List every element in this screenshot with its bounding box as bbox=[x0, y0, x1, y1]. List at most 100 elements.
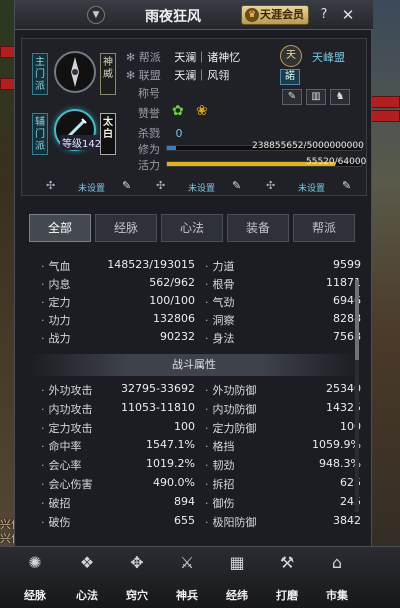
slot-label: 未设置 bbox=[78, 184, 106, 194]
kill-value: 0 bbox=[175, 127, 183, 140]
bullet-icon: · bbox=[41, 402, 45, 416]
stat-row: · 破招 894 bbox=[41, 495, 201, 513]
slot-label: 未设置 bbox=[188, 184, 216, 194]
guild-name[interactable]: 天峰盟 bbox=[312, 49, 345, 65]
stat-row: · 会心率 1019.2% bbox=[41, 457, 201, 475]
stat-value: 11053-11810 bbox=[121, 400, 195, 414]
enemy-health-bar bbox=[370, 110, 400, 122]
stat-row: · 格挡 1059.9% bbox=[205, 438, 365, 456]
gear-icon: ✻ bbox=[126, 51, 136, 64]
tab-guild[interactable]: 帮派 bbox=[293, 214, 355, 242]
stat-value: 32795-33692 bbox=[121, 382, 195, 395]
title-row: 称号 bbox=[138, 85, 160, 101]
bullet-icon: · bbox=[205, 314, 209, 327]
nav-item-0[interactable]: ✺ 经脉 bbox=[10, 553, 60, 605]
scrollbar-thumb[interactable] bbox=[355, 280, 359, 360]
vitality-value: 55520/64000 bbox=[306, 157, 367, 167]
guild-emblem-icon[interactable]: 天 bbox=[280, 45, 302, 67]
nav-item-4[interactable]: ▦ 经纬 bbox=[212, 553, 262, 605]
acupoint-icon: ✥ bbox=[130, 553, 144, 572]
close-button[interactable]: ✕ bbox=[339, 6, 357, 24]
stat-row: · 身法 7568 bbox=[205, 330, 365, 348]
gear-icon: ✻ bbox=[126, 69, 136, 82]
vitality-label: 活力 bbox=[138, 159, 160, 172]
weapon-icon: ⚔ bbox=[179, 553, 195, 572]
menu-dropdown-button[interactable]: ▼ bbox=[87, 6, 105, 24]
mount-icon[interactable]: ♞ bbox=[330, 89, 350, 105]
nav-item-2[interactable]: ✥ 窍穴 bbox=[112, 553, 162, 605]
stat-label: 根骨 bbox=[212, 278, 235, 291]
stat-value: 562/962 bbox=[149, 276, 195, 289]
stat-label: 力道 bbox=[212, 260, 235, 273]
nav-item-3[interactable]: ⚔ 神兵 bbox=[162, 553, 212, 605]
stat-row: · 内功攻击 11053-11810 bbox=[41, 401, 201, 419]
aux-sect-tag: 辅门派 bbox=[32, 113, 48, 155]
crown-icon: ♛ bbox=[245, 8, 259, 22]
edit-icon[interactable]: ✎ bbox=[122, 179, 131, 192]
tab-all[interactable]: 全部 bbox=[29, 214, 91, 242]
edit-icon[interactable]: ✎ bbox=[232, 179, 241, 192]
stat-label: 格挡 bbox=[212, 440, 235, 454]
tab-skill[interactable]: 心法 bbox=[161, 214, 223, 242]
tab-meridian[interactable]: 经脉 bbox=[95, 214, 157, 242]
faction-row: ✻ 帮派 天澜｜诸神忆 bbox=[126, 49, 240, 65]
stats-list: 战斗属性 · 气血 148523/193015 · 内息 562/962 · 定力 100/10… bbox=[29, 258, 361, 534]
nav-label: 心法 bbox=[76, 589, 98, 602]
nav-item-5[interactable]: ⚒ 打磨 bbox=[262, 553, 312, 605]
vip-label: 天涯会员 bbox=[260, 8, 304, 21]
stat-value: 100/100 bbox=[149, 294, 195, 307]
game-background-right bbox=[370, 0, 400, 608]
edit-icon[interactable]: ✎ bbox=[282, 89, 302, 105]
kill-label: 杀戮 bbox=[138, 127, 160, 140]
help-button[interactable]: ? bbox=[315, 6, 333, 24]
bullet-icon: · bbox=[41, 384, 45, 397]
stat-value: 3842 bbox=[333, 513, 361, 527]
character-panel: ▼ 雨夜狂风 ♛ 天涯会员 ? ✕ 主门派 神威 辅门派 等级142 太白 ✻ … bbox=[14, 0, 373, 608]
character-info-box: 主门派 神威 辅门派 等级142 太白 ✻ 帮派 天澜｜诸神忆 ✻ 联盟 天澜｜… bbox=[21, 38, 367, 196]
stat-label: 拆招 bbox=[212, 478, 235, 491]
nav-label: 窍穴 bbox=[126, 589, 148, 602]
stat-row: · 拆招 625 bbox=[205, 476, 365, 494]
nav-item-1[interactable]: ❖ 心法 bbox=[62, 553, 112, 605]
stat-label: 内功攻击 bbox=[48, 402, 93, 416]
bullet-icon: · bbox=[41, 278, 45, 291]
vip-badge[interactable]: ♛ 天涯会员 bbox=[241, 5, 309, 25]
tab-equipment[interactable]: 装备 bbox=[227, 214, 289, 242]
bullet-icon: · bbox=[205, 421, 209, 435]
stat-label: 功力 bbox=[48, 314, 71, 327]
barcode-icon[interactable]: ▥ bbox=[306, 89, 326, 105]
praise-badge-icon[interactable]: ❀ bbox=[196, 103, 212, 119]
map-icon: ▦ bbox=[229, 553, 245, 572]
stat-label: 外功攻击 bbox=[48, 384, 93, 397]
stat-value: 9599 bbox=[333, 258, 361, 271]
praise-badge-icon[interactable]: ✿ bbox=[172, 103, 188, 119]
main-sect-tag: 主门派 bbox=[32, 53, 48, 95]
stat-row: · 气血 148523/193015 bbox=[41, 258, 201, 276]
bullet-icon: · bbox=[205, 260, 209, 273]
edit-icon[interactable]: ✎ bbox=[342, 179, 351, 192]
bullet-icon: · bbox=[41, 478, 45, 491]
sect-emblem-icon bbox=[71, 57, 79, 87]
praise-label: 赞誉 bbox=[138, 107, 160, 120]
stat-label: 气劲 bbox=[212, 296, 235, 309]
bullet-icon: · bbox=[41, 440, 45, 454]
attribute-tabs: 全部 经脉 心法 装备 帮派 bbox=[29, 214, 359, 242]
stats-scrollbar[interactable] bbox=[355, 280, 359, 512]
stat-label: 气血 bbox=[48, 260, 71, 273]
stat-label: 定力攻击 bbox=[48, 421, 93, 435]
level-badge: 等级142 bbox=[60, 135, 104, 150]
cultivation-label: 修为 bbox=[138, 143, 160, 156]
nav-label: 经脉 bbox=[24, 589, 46, 602]
praise-row: 赞誉 bbox=[138, 105, 160, 121]
stat-value: 100 bbox=[174, 419, 195, 433]
bullet-icon: · bbox=[205, 296, 209, 309]
stat-row: · 定力 100/100 bbox=[41, 294, 201, 312]
title-label: 称号 bbox=[138, 87, 160, 100]
guild-sub-badge[interactable]: 諾 bbox=[280, 69, 300, 85]
stat-row: · 定力攻击 100 bbox=[41, 420, 201, 438]
main-sect-emblem[interactable] bbox=[54, 51, 96, 93]
slot-label: 未设置 bbox=[298, 184, 326, 194]
stat-row: · 极阳防御 3842 bbox=[205, 514, 365, 532]
nav-item-6[interactable]: ⌂ 市集 bbox=[312, 553, 362, 605]
main-sect-name: 神威 bbox=[100, 53, 116, 95]
